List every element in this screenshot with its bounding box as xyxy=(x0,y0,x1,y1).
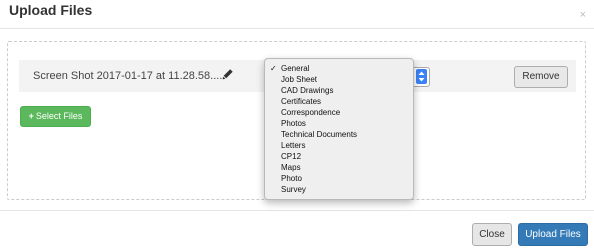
dropdown-option[interactable]: Photo xyxy=(265,173,413,184)
option-label: Letters xyxy=(281,141,306,150)
option-label: Survey xyxy=(281,185,306,194)
option-label: Photo xyxy=(281,174,302,183)
select-files-label: Select Files xyxy=(35,111,83,121)
select-files-button[interactable]: + Select Files xyxy=(20,106,91,127)
select-arrows-icon xyxy=(416,69,427,84)
dropdown-option[interactable]: Correspondence xyxy=(265,107,413,118)
dropdown-option[interactable]: Job Sheet xyxy=(265,74,413,85)
checkmark-icon: ✓ xyxy=(270,64,277,73)
option-label: Certificates xyxy=(281,97,322,106)
category-dropdown-menu: ✓ General Job Sheet CAD Drawings Certifi… xyxy=(264,58,414,200)
modal-title: Upload Files xyxy=(9,2,93,18)
option-label: Technical Documents xyxy=(281,130,358,139)
option-label: CAD Drawings xyxy=(281,86,334,95)
option-label: Job Sheet xyxy=(281,75,318,84)
dropdown-option[interactable]: CP12 xyxy=(265,151,413,162)
dropdown-option[interactable]: Letters xyxy=(265,140,413,151)
upload-files-button[interactable]: Upload Files xyxy=(518,223,588,246)
file-name: Screen Shot 2017-01-17 at 11.28.58.... xyxy=(33,70,223,82)
dropdown-option[interactable]: Certificates xyxy=(265,96,413,107)
upload-files-modal: Upload Files × Screen Shot 2017-01-17 at… xyxy=(0,0,594,250)
plus-icon: + xyxy=(28,111,34,121)
option-label: Photos xyxy=(281,119,306,128)
dropdown-option[interactable]: Technical Documents xyxy=(265,129,413,140)
dropdown-option[interactable]: Maps xyxy=(265,162,413,173)
dropdown-option[interactable]: ✓ General xyxy=(265,63,413,74)
close-button[interactable]: Close xyxy=(472,223,512,246)
dropdown-option[interactable]: Survey xyxy=(265,184,413,195)
dropdown-option[interactable]: Photos xyxy=(265,118,413,129)
option-label: Correspondence xyxy=(281,108,341,117)
option-label: CP12 xyxy=(281,152,302,161)
remove-button[interactable]: Remove xyxy=(514,66,568,88)
dropdown-option[interactable]: CAD Drawings xyxy=(265,85,413,96)
modal-footer: Close Upload Files xyxy=(0,210,594,251)
option-label: Maps xyxy=(281,163,301,172)
pencil-icon[interactable] xyxy=(222,68,234,82)
modal-header: Upload Files × xyxy=(0,0,594,29)
close-icon[interactable]: × xyxy=(580,9,586,21)
option-label: General xyxy=(281,64,310,73)
